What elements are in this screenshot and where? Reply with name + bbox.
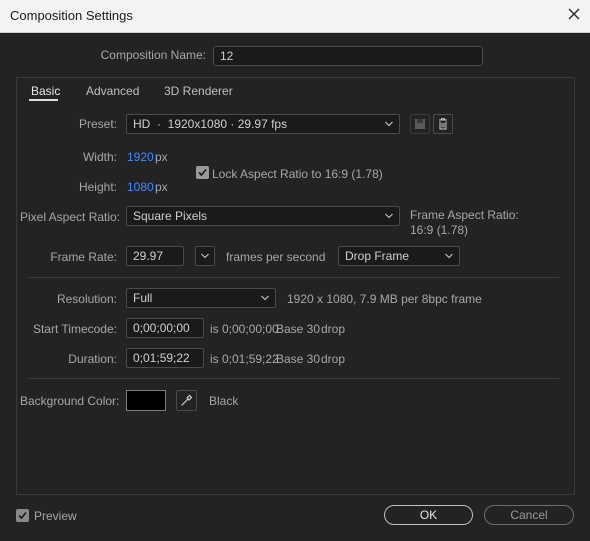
resolution-dropdown[interactable]: Full [126, 288, 276, 308]
frame-aspect-label: Frame Aspect Ratio: [410, 208, 519, 222]
preset-value: HD · 1920x1080 · 29.97 fps [133, 117, 288, 131]
duration-drop: drop [321, 352, 346, 366]
cancel-button[interactable]: Cancel [484, 505, 574, 525]
chevron-down-icon [445, 252, 453, 260]
separator [27, 378, 559, 379]
height-value[interactable]: 1080 [127, 180, 154, 194]
chevron-down-icon [261, 294, 269, 302]
trash-icon[interactable] [433, 114, 453, 134]
preview-label: Preview [34, 509, 77, 523]
background-color-swatch[interactable] [126, 390, 166, 411]
width-unit: px [155, 150, 168, 164]
settings-panel [16, 77, 575, 495]
separator [27, 277, 559, 278]
duration-input[interactable]: 0;01;59;22 [126, 348, 204, 368]
resolution-label: Resolution: [56, 292, 117, 306]
tab-3d-renderer[interactable]: 3D Renderer [164, 84, 233, 98]
comp-name-input[interactable]: 12 [213, 46, 483, 66]
background-color-name: Black [209, 394, 239, 408]
chevron-down-icon [385, 120, 393, 128]
ok-button[interactable]: OK [384, 505, 473, 525]
close-icon[interactable] [566, 6, 582, 24]
drop-frame-value: Drop Frame [345, 249, 410, 263]
frame-rate-input[interactable]: 29.97 [126, 246, 184, 266]
width-label: Width: [82, 150, 117, 164]
pixel-aspect-value: Square Pixels [133, 209, 208, 223]
preset-dropdown[interactable]: HD · 1920x1080 · 29.97 fps [126, 114, 400, 134]
background-color-label: Background Color: [20, 394, 120, 408]
eyedropper-icon[interactable] [176, 390, 197, 411]
height-label: Height: [78, 180, 117, 194]
preview-checkbox[interactable] [16, 509, 29, 522]
tab-advanced[interactable]: Advanced [86, 84, 139, 98]
tab-basic[interactable]: Basic [31, 84, 60, 98]
resolution-info: 1920 x 1080, 7.9 MB per 8bpc frame [287, 292, 482, 306]
drop-frame-dropdown[interactable]: Drop Frame [338, 246, 460, 266]
duration-base: Base 30 [276, 352, 321, 366]
frame-rate-label: Frame Rate: [50, 250, 117, 264]
window-title: Composition Settings [10, 8, 133, 23]
tab-basic-underline [29, 99, 58, 101]
lock-aspect-checkbox[interactable] [196, 166, 209, 179]
pixel-aspect-label: Pixel Aspect Ratio: [20, 210, 121, 224]
pixel-aspect-dropdown[interactable]: Square Pixels [126, 206, 400, 226]
start-timecode-input[interactable]: 0;00;00;00 [126, 318, 204, 338]
chevron-down-icon [385, 212, 393, 220]
resolution-value: Full [133, 291, 153, 305]
duration-is: is 0;01;59;22 [210, 352, 279, 366]
start-timecode-drop: drop [321, 322, 346, 336]
preset-label: Preset: [78, 117, 117, 131]
comp-name-label: Composition Name: [100, 48, 206, 62]
start-timecode-label: Start Timecode: [32, 322, 117, 336]
frame-rate-unit: frames per second [226, 250, 326, 264]
frame-aspect-value: 16:9 (1.78) [410, 223, 469, 237]
frame-rate-dropdown[interactable] [195, 246, 215, 266]
save-preset-icon[interactable] [410, 114, 430, 134]
lock-aspect-label: Lock Aspect Ratio to 16:9 (1.78) [212, 167, 383, 181]
duration-label: Duration: [68, 352, 117, 366]
width-value[interactable]: 1920 [127, 150, 154, 164]
height-unit: px [155, 180, 168, 194]
start-timecode-is: is 0;00;00;00 [210, 322, 279, 336]
start-timecode-base: Base 30 [276, 322, 321, 336]
chevron-down-icon [201, 252, 209, 260]
